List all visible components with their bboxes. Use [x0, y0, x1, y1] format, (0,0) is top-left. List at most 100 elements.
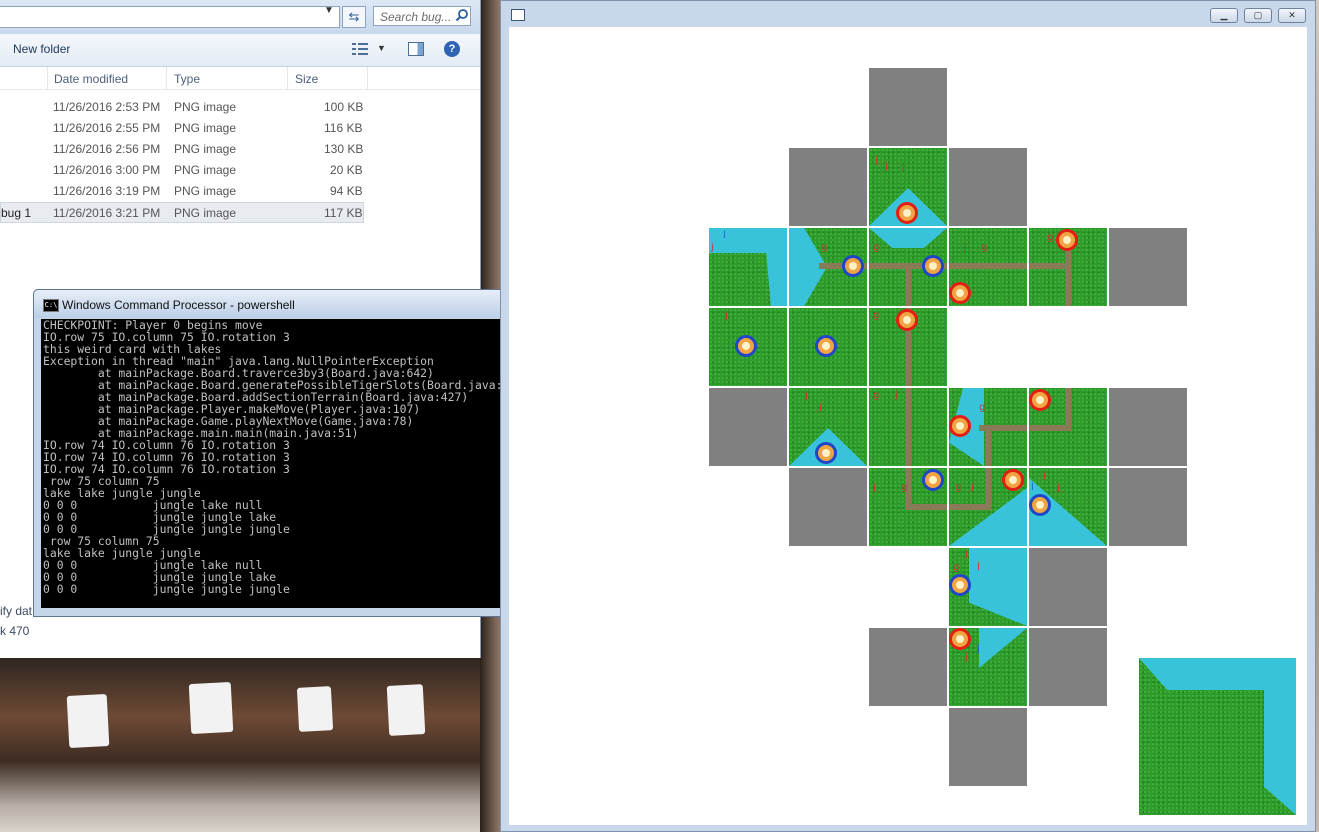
file-row[interactable]: 11/26/2016 2:53 PM PNG image 100 KB	[0, 97, 364, 118]
address-dropdown-icon[interactable]: ▼	[322, 4, 336, 18]
file-date: 11/26/2016 3:19 PM	[53, 184, 161, 198]
console-icon: C:\	[43, 299, 59, 312]
jungle-label: j	[895, 390, 898, 401]
empty-slot[interactable]	[1109, 228, 1187, 306]
window-title: Windows Command Processor - powershell	[62, 298, 295, 312]
column-size[interactable]: Size	[295, 72, 318, 86]
empty-slot[interactable]	[789, 468, 867, 546]
new-folder-button[interactable]: New folder	[13, 42, 70, 56]
tiger-icon-player2	[815, 335, 837, 357]
file-size: 116 KB	[324, 121, 363, 135]
tiger-icon-player1	[949, 628, 971, 650]
file-size: 130 KB	[324, 142, 364, 156]
tiger-icon-player1	[949, 415, 971, 437]
game-trail-label: g	[873, 390, 880, 401]
file-row[interactable]: 11/26/2016 2:56 PM PNG image 130 KB	[0, 139, 364, 160]
tiger-icon-player2	[735, 335, 757, 357]
app-icon	[511, 9, 525, 21]
tiger-icon-player2	[949, 574, 971, 596]
empty-slot[interactable]	[1029, 548, 1107, 626]
close-button[interactable]: ✕	[1278, 8, 1306, 23]
tiger-icon-player1	[896, 202, 918, 224]
help-icon[interactable]: ?	[444, 41, 460, 57]
jungle-label: j	[819, 402, 822, 413]
file-date: 11/26/2016 3:00 PM	[53, 163, 161, 177]
tiger-icon-player2	[922, 469, 944, 491]
game-trail-label: g	[873, 242, 880, 253]
maximize-button[interactable]: ▢	[1244, 8, 1272, 23]
empty-slot[interactable]	[869, 628, 947, 706]
empty-slot[interactable]	[1029, 628, 1107, 706]
game-trail-label: g	[901, 482, 908, 493]
jungle-label: j	[1057, 482, 1060, 493]
file-row[interactable]: 11/26/2016 3:00 PM PNG image 20 KB	[0, 160, 364, 181]
file-size: 20 KB	[330, 163, 363, 177]
game-trail-label: g	[821, 242, 828, 253]
details-pane-text: ify dat	[0, 604, 33, 618]
placed-tile	[869, 388, 947, 466]
empty-slot[interactable]	[1109, 388, 1187, 466]
empty-slot[interactable]	[1109, 468, 1187, 546]
lake-label: l	[977, 562, 980, 573]
file-size: 100 KB	[324, 100, 364, 114]
wallpaper-image	[0, 655, 500, 832]
file-size: 94 KB	[330, 184, 363, 198]
empty-slot[interactable]	[709, 388, 787, 466]
minimize-button[interactable]: ▁	[1210, 8, 1238, 23]
jungle-label: j	[902, 161, 905, 172]
file-type: PNG image	[174, 142, 237, 156]
file-type: PNG image	[174, 100, 237, 114]
jungle-label: j	[873, 482, 876, 493]
file-row-selected[interactable]: bug 1 11/26/2016 3:21 PM PNG image 117 K…	[0, 202, 364, 223]
file-size: 117 KB	[324, 206, 363, 220]
details-pane-text: k 470	[0, 624, 30, 638]
file-date: 11/26/2016 2:56 PM	[53, 142, 161, 156]
lake-label: l	[965, 550, 968, 561]
views-icon[interactable]	[352, 42, 368, 56]
empty-slot[interactable]	[869, 68, 947, 146]
column-date-modified[interactable]: Date modified	[54, 72, 128, 86]
jungle-label: j	[977, 644, 980, 655]
tiger-icon-player2	[842, 255, 864, 277]
search-icon[interactable]	[455, 8, 469, 22]
lake-label: l	[1031, 482, 1034, 493]
refresh-button[interactable]: ⇆	[342, 6, 366, 28]
jungle-label: j	[1043, 470, 1046, 481]
game-trail-label: g	[955, 482, 962, 493]
column-type[interactable]: Type	[174, 72, 200, 86]
tiger-icon-player1	[896, 309, 918, 331]
file-type: PNG image	[174, 163, 237, 177]
game-trail-label: g	[981, 242, 988, 253]
placed-tile	[709, 228, 787, 306]
jungle-label: j	[965, 652, 968, 663]
game-trail-label: g	[953, 562, 960, 573]
file-date: 11/26/2016 3:21 PM	[53, 206, 161, 220]
preview-pane-icon[interactable]	[408, 42, 424, 56]
tiger-icon-player2	[1029, 494, 1051, 516]
empty-slot[interactable]	[949, 148, 1027, 226]
file-type: PNG image	[174, 184, 237, 198]
tiger-icon-player2	[815, 442, 837, 464]
file-row[interactable]: 11/26/2016 2:55 PM PNG image 116 KB	[0, 118, 364, 139]
lake-label: l	[723, 230, 726, 241]
game-trail-label: g	[1047, 232, 1054, 243]
file-type: PNG image	[174, 121, 237, 135]
jungle-label: j	[711, 242, 714, 253]
next-tile-preview	[1139, 658, 1296, 815]
game-trail-label: g	[873, 310, 880, 321]
empty-slot[interactable]	[789, 148, 867, 226]
views-dropdown-icon[interactable]: ▼	[377, 43, 386, 53]
tiger-icon-player1	[949, 282, 971, 304]
jungle-label: j	[875, 155, 878, 166]
jungle-label: j	[885, 161, 888, 172]
address-field[interactable]	[0, 6, 340, 28]
empty-slot[interactable]	[949, 708, 1027, 786]
file-row[interactable]: 11/26/2016 3:19 PM PNG image 94 KB	[0, 181, 364, 202]
tiger-icon-player1	[1029, 389, 1051, 411]
tiger-icon-player1	[1002, 469, 1024, 491]
jungle-label: j	[725, 310, 728, 321]
game-trail-label: g	[979, 402, 986, 413]
tiger-icon-player1	[1056, 229, 1078, 251]
file-date: 11/26/2016 2:53 PM	[53, 100, 161, 114]
file-date: 11/26/2016 2:55 PM	[53, 121, 161, 135]
